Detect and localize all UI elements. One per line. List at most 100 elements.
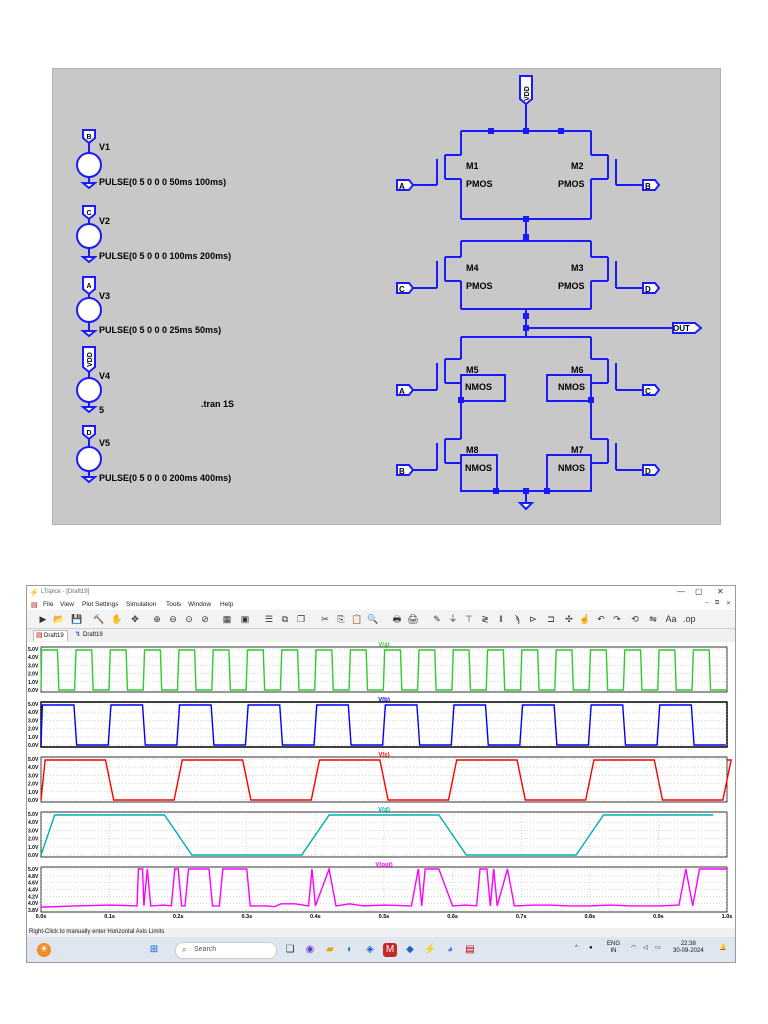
capacitor-icon[interactable]: ‖ (495, 613, 507, 625)
undo-icon[interactable]: ↶ (595, 613, 607, 625)
spice-directive[interactable]: .tran 1S (201, 399, 234, 409)
tab-schematic[interactable]: ▤ Draft19 (33, 630, 68, 641)
wire-icon[interactable]: ✎ (431, 613, 443, 625)
menu-help[interactable]: Help (220, 601, 233, 608)
source-value[interactable]: PULSE(0 5 0 0 0 200ms 400ms) (99, 473, 231, 483)
tile-vertical-icon[interactable]: ⧉ (279, 613, 291, 625)
y-tick-label: 4.0V (28, 655, 39, 661)
tray-chevron-icon[interactable]: ^ (575, 945, 578, 952)
halt-icon[interactable]: ✋ (111, 613, 123, 625)
tray-app-icon[interactable]: ● (589, 945, 593, 952)
language-indicator[interactable]: ENG IN (607, 941, 620, 955)
transistor-m2[interactable] (590, 154, 643, 219)
control-panel-icon[interactable]: 🔨 (93, 613, 105, 625)
battery-icon[interactable]: ▭ (655, 945, 661, 952)
find-icon[interactable]: 🔍 (367, 613, 379, 625)
y-tick-label: 5.0V (28, 812, 39, 818)
save-icon[interactable]: 💾 (71, 613, 83, 625)
mdi-restore-icon[interactable]: ⧉ (715, 600, 719, 607)
y-tick-label: 0.0V (28, 798, 39, 804)
component-icon[interactable]: ⊐ (545, 613, 557, 625)
menu-plot-settings[interactable]: Plot Settings (82, 601, 119, 608)
file-explorer-icon[interactable]: ▰ (323, 943, 337, 957)
zoom-cancel-icon[interactable]: ⊘ (199, 613, 211, 625)
transistor-m3[interactable] (590, 256, 643, 309)
tile-horizontal-icon[interactable]: ☰ (263, 613, 275, 625)
store-icon[interactable]: ◈ (363, 943, 377, 957)
maximize-icon[interactable]: ▢ (695, 587, 703, 596)
source-value[interactable]: 5 (99, 405, 104, 415)
autorange-icon[interactable]: ▦ (221, 613, 233, 625)
edge-icon[interactable]: ◐ (343, 943, 357, 957)
move-icon[interactable]: ✣ (563, 613, 575, 625)
zoom-out-icon[interactable]: ⊖ (167, 613, 179, 625)
cut-icon[interactable]: ✂ (319, 613, 331, 625)
source-flag-label: B (86, 134, 91, 141)
rotate-icon[interactable]: ⟲ (629, 613, 641, 625)
chrome-icon[interactable]: ◕ (443, 943, 457, 957)
menu-simulation[interactable]: Simulation (126, 601, 156, 608)
resistor-icon[interactable]: ≷ (479, 613, 491, 625)
menu-tools[interactable]: Tools (166, 601, 181, 608)
mirror-icon[interactable]: ⇋ (647, 613, 659, 625)
task-view-icon[interactable]: ❏ (283, 943, 297, 957)
cascade-icon[interactable]: ❐ (295, 613, 307, 625)
mcafee-icon[interactable]: M (383, 943, 397, 957)
tab-waveform[interactable]: ↯ Draft19 (73, 630, 106, 640)
windows-taskbar: ☀ ⊞ ⌕ Search ❏ ◉ ▰ ◐ ◈ M ◆ ⚡ ◕ ▤ ^ ● ENG… (27, 937, 735, 962)
paste-icon[interactable]: 📋 (351, 613, 363, 625)
redo-icon[interactable]: ↷ (611, 613, 623, 625)
transistor-m6[interactable] (546, 358, 643, 402)
diode-icon[interactable]: ⊳ (527, 613, 539, 625)
pan-icon[interactable]: ✥ (129, 613, 141, 625)
schematic-canvas[interactable]: B V1 PULSE(0 5 0 0 0 50ms 100ms) C V2 PU… (52, 68, 721, 525)
start-icon[interactable]: ⊞ (147, 943, 161, 957)
drag-icon[interactable]: ☝ (579, 613, 591, 625)
app-icon[interactable]: ◆ (403, 943, 417, 957)
ltspice-taskbar-icon[interactable]: ⚡ (423, 943, 437, 957)
y-tick-label: 2.0V (28, 727, 39, 733)
mdi-minimize-icon[interactable]: – (705, 600, 708, 606)
menu-window[interactable]: Window (188, 601, 211, 608)
doc-icon[interactable]: ▤ (31, 601, 38, 609)
menu-view[interactable]: View (60, 601, 74, 608)
close-icon[interactable]: ✕ (717, 587, 724, 596)
weather-icon[interactable]: ☀ (37, 943, 51, 957)
text-icon[interactable]: Aa (665, 613, 677, 625)
open-icon[interactable]: 📂 (53, 613, 65, 625)
label-net-icon[interactable]: ⊤ (463, 613, 475, 625)
search-input[interactable]: ⌕ Search (175, 942, 277, 959)
x-tick-label: 0.3s (241, 914, 252, 920)
y-tick-label: 1.0V (28, 735, 39, 741)
print-preview-icon[interactable]: 🖶 (391, 613, 403, 625)
copilot-icon[interactable]: ◉ (303, 943, 317, 957)
source-value[interactable]: PULSE(0 5 0 0 0 100ms 200ms) (99, 251, 231, 261)
y-tick-label: 5.0V (28, 867, 39, 873)
volume-icon[interactable]: ◁ (643, 945, 648, 952)
pinned-app-icon[interactable]: ▤ (463, 943, 477, 957)
source-value[interactable]: PULSE(0 5 0 0 0 25ms 50ms) (99, 325, 221, 335)
waveform-viewer[interactable]: V(a) 5.0V 4.0V 3.0V 2.0V 1.0V 0.0V V(b) 5.0V 4.0V… (27, 642, 735, 928)
print-icon[interactable]: 🖨 (407, 613, 419, 625)
title-bar[interactable]: ⚡ LTspice - [Draft19] — ▢ ✕ (27, 586, 735, 599)
transistor-m5[interactable] (399, 358, 506, 402)
tab-strip: ▤ Draft19 ↯ Draft19 (27, 629, 735, 641)
notification-bell-icon[interactable]: 🔔 (719, 945, 726, 952)
grid-icon[interactable]: ▣ (239, 613, 251, 625)
copy-icon[interactable]: ⎘ (335, 613, 347, 625)
zoom-fit-icon[interactable]: ⊙ (183, 613, 195, 625)
minimize-icon[interactable]: — (677, 587, 685, 596)
menu-file[interactable]: File (43, 601, 53, 608)
transistor-m1[interactable] (427, 154, 462, 219)
mdi-close-icon[interactable]: ✕ (726, 600, 731, 607)
x-tick-label: 0.9s (653, 914, 664, 920)
inductor-icon[interactable]: ϡ (511, 613, 523, 625)
spice-directive-icon[interactable]: .op (683, 613, 696, 625)
run-icon[interactable]: ▶ (37, 613, 49, 625)
source-value[interactable]: PULSE(0 5 0 0 0 50ms 100ms) (99, 177, 226, 187)
window-title: LTspice - [Draft19] (41, 589, 90, 595)
zoom-in-icon[interactable]: ⊕ (151, 613, 163, 625)
ground-icon[interactable]: ⏚ (447, 613, 459, 625)
clock[interactable]: 22:38 30-09-2024 (673, 941, 704, 955)
wifi-icon[interactable]: ◠ (631, 945, 636, 952)
